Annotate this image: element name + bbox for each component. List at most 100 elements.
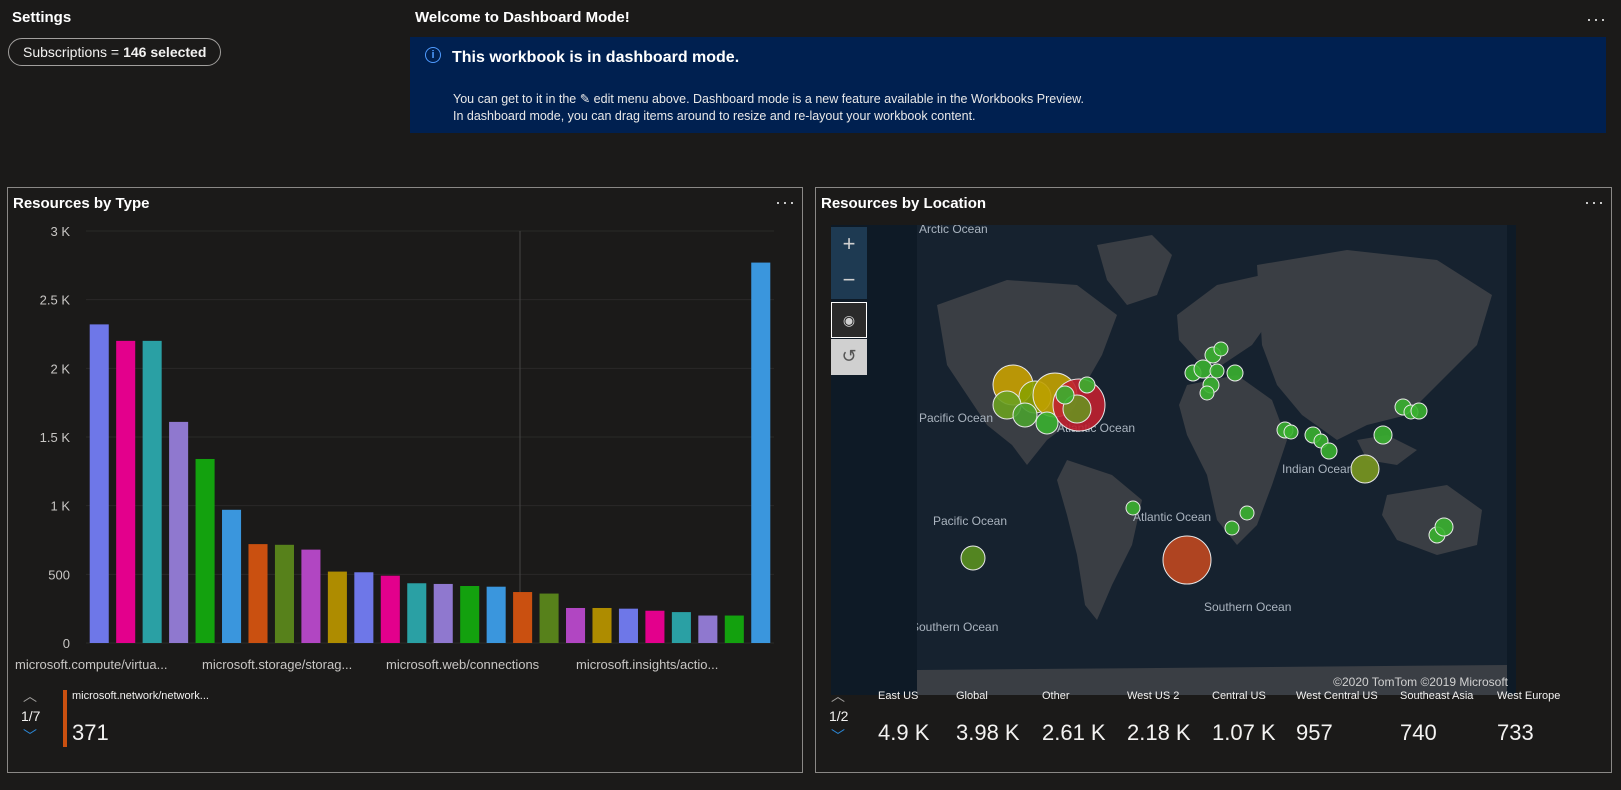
bar — [327, 571, 347, 643]
legend-label: West US 2 — [1127, 690, 1180, 702]
location-bubble — [1373, 425, 1393, 445]
banner-heading: This workbook is in dashboard mode. — [452, 49, 740, 66]
chevron-up-icon[interactable]: ︿ — [831, 686, 845, 706]
reset-view-icon[interactable]: ↺ — [831, 339, 867, 375]
banner-line-1: You can get to it in the ✎ edit menu abo… — [453, 92, 1084, 106]
location-bubble — [1226, 364, 1244, 382]
map-land: Arctic Ocean Pacific Ocean Atlantic Ocean I… — [917, 225, 1507, 695]
info-icon: i — [425, 47, 441, 63]
y-tick-label: 3 K — [50, 224, 70, 239]
more-options-icon[interactable]: ··· — [775, 193, 796, 211]
bar — [460, 586, 480, 643]
subscriptions-value: 146 selected — [123, 44, 207, 60]
bar — [539, 593, 559, 643]
ocean-label: Atlantic Ocean — [1133, 510, 1211, 524]
legend-label: West Central US — [1296, 690, 1378, 702]
info-banner: i This workbook is in dashboard mode. Yo… — [410, 37, 1606, 133]
zoom-out-icon[interactable]: − — [831, 263, 867, 299]
settings-title: Settings — [12, 9, 72, 26]
y-tick-label: 2.5 K — [40, 293, 71, 308]
legend-value: 1.07 K — [1212, 720, 1276, 745]
bar — [433, 583, 453, 643]
legend-value: 3.98 K — [956, 720, 1020, 745]
y-tick-label: 1.5 K — [40, 430, 71, 445]
bar — [566, 607, 586, 643]
location-bubble — [1434, 517, 1454, 537]
bar — [618, 608, 638, 643]
legend-label: Other — [1042, 690, 1070, 702]
x-tick-label: microsoft.compute/virtua... — [15, 657, 167, 672]
bar — [751, 262, 771, 643]
resources-by-location-panel: Resources by Location ··· Arctic Ocean Pa… — [815, 187, 1612, 773]
legend-swatch — [63, 690, 67, 747]
pager: 1/2 — [829, 708, 849, 724]
location-bubble — [1209, 363, 1225, 379]
more-options-icon[interactable]: ··· — [1584, 193, 1605, 211]
y-tick-label: 500 — [48, 567, 70, 582]
ocean-label: Pacific Ocean — [919, 411, 993, 425]
location-bubble — [1125, 500, 1141, 516]
location-bubble — [1213, 341, 1229, 357]
bar — [724, 615, 744, 643]
bar — [698, 615, 718, 643]
bar — [169, 421, 189, 643]
location-bubble — [1012, 402, 1038, 428]
compass-icon[interactable]: ◉ — [831, 302, 867, 338]
location-bubble — [1193, 359, 1213, 379]
bar — [354, 572, 374, 643]
location-bubble — [1162, 535, 1212, 585]
legend-label: Central US — [1212, 690, 1266, 702]
location-bubble — [1035, 411, 1059, 435]
x-tick-label: microsoft.insights/actio... — [576, 657, 718, 672]
bar — [380, 575, 400, 643]
resources-by-type-panel: Resources by Type ··· 0 500 1 K 1.5 K 2 K 2.5… — [7, 187, 803, 773]
bar — [301, 549, 321, 643]
location-bubble — [1224, 520, 1240, 536]
location-bubble — [960, 545, 986, 571]
bar — [116, 340, 136, 643]
legend-value: 733 — [1497, 720, 1534, 745]
location-bubble — [1283, 424, 1299, 440]
legend-value: 957 — [1296, 720, 1333, 745]
chevron-up-icon[interactable]: ︿ — [23, 686, 37, 706]
chevron-down-icon[interactable]: ﹀ — [23, 726, 37, 746]
bar — [645, 610, 665, 643]
bar — [142, 340, 162, 643]
chevron-down-icon[interactable]: ﹀ — [831, 726, 845, 746]
x-tick-label: microsoft.storage/storag... — [202, 657, 352, 672]
subscriptions-filter[interactable]: Subscriptions = 146 selected — [8, 38, 222, 66]
bar — [195, 458, 215, 643]
zoom-in-icon[interactable]: + — [831, 227, 867, 263]
location-bubble — [1320, 442, 1338, 460]
location-bubble — [1239, 505, 1255, 521]
more-options-icon[interactable]: ··· — [1586, 10, 1607, 28]
subscriptions-label: Subscriptions = — [23, 44, 120, 60]
welcome-title: Welcome to Dashboard Mode! — [415, 9, 630, 26]
map-copyright: ©2020 TomTom ©2019 Microsoft — [1333, 675, 1508, 689]
bar — [513, 592, 533, 643]
pager: 1/7 — [21, 708, 41, 724]
legend-label: East US — [878, 690, 919, 702]
legend-label: Global — [956, 690, 988, 702]
bar — [486, 586, 506, 643]
world-map[interactable]: Arctic Ocean Pacific Ocean Atlantic Ocean I… — [831, 225, 1516, 695]
bar — [671, 612, 691, 643]
resources-by-type-chart: 0 500 1 K 1.5 K 2 K 2.5 K 3 K microsoft.compute… — [15, 224, 774, 672]
x-tick-label: microsoft.web/connections — [386, 657, 540, 672]
legend-label: microsoft.network/network... — [72, 690, 209, 702]
legend-value: 371 — [72, 720, 109, 745]
banner-line-2: In dashboard mode, you can drag items ar… — [453, 109, 976, 123]
panel-title: Resources by Type — [13, 195, 150, 212]
ocean-label: Southern Ocean — [1204, 600, 1291, 614]
location-bubble — [1350, 454, 1380, 484]
bar — [274, 544, 294, 643]
legend-label: Southeast Asia — [1400, 690, 1474, 702]
y-tick-label: 0 — [63, 636, 70, 651]
y-tick-label: 2 K — [50, 361, 70, 376]
legend-value: 4.9 K — [878, 720, 930, 745]
legend-value: 740 — [1400, 720, 1437, 745]
panel-title: Resources by Location — [821, 195, 987, 212]
y-tick-label: 1 K — [50, 499, 70, 514]
location-bubble — [1410, 402, 1428, 420]
legend-value: 2.18 K — [1127, 720, 1191, 745]
